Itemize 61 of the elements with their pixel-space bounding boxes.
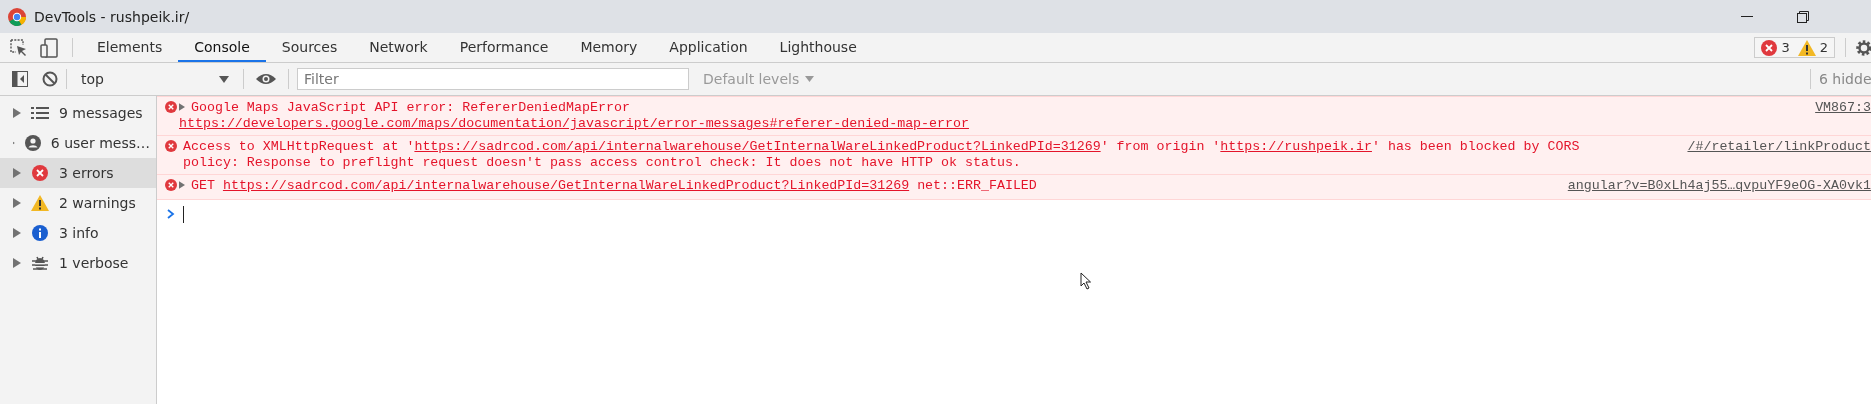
sidebar-toggle-icon	[12, 71, 28, 87]
sidebar-item[interactable]: 1 verbose	[0, 248, 156, 278]
browser-logo-icon	[8, 7, 26, 26]
message-text: Access to XMLHttpRequest at 'https://sadrcod.com/api/internalwarehouse/GetInternalWareLinkedProduct?LinkedPId=31269' from origin 'https://rushpeik.ir' has been blocked by CORS	[183, 139, 1581, 155]
error-icon	[32, 165, 48, 181]
url-link[interactable]: https://sadrcod.com/api/internalwarehouse/GetInternalWareLinkedProduct?LinkedPId=31269	[222, 178, 910, 193]
device-toolbar-icon	[40, 37, 58, 58]
expand-triangle-icon	[13, 108, 21, 118]
issue-counts-button[interactable]: 3 2	[1754, 37, 1835, 58]
prompt-chevron-icon	[167, 209, 175, 219]
source-link[interactable]: angular?v=B0xLh4aj55…qvpuYF9eOG-XA0vk1	[1567, 178, 1871, 194]
context-dropdown[interactable]: top	[75, 71, 235, 87]
restore-icon	[1797, 10, 1809, 23]
clear-console-icon	[42, 71, 58, 87]
user-icon	[24, 135, 41, 151]
message-text: Google Maps JavaScript API error: RefererDeniedMapError	[191, 100, 631, 116]
panel-tab[interactable]: Memory	[564, 33, 654, 62]
info-icon	[32, 225, 48, 241]
inspect-element-icon	[10, 38, 28, 57]
minimize-icon	[1741, 16, 1753, 17]
url-link[interactable]: https://sadrcod.com/api/internalwarehouse/GetInternalWareLinkedProduct?LinkedPId=31269	[414, 139, 1101, 154]
sidebar-item[interactable]: 6 user mess…	[0, 128, 156, 158]
expand-triangle-icon	[13, 228, 21, 238]
sidebar-item[interactable]: 3 errors	[0, 158, 156, 188]
error-icon	[165, 140, 177, 152]
filter-field[interactable]: Filter	[297, 68, 689, 90]
settings-icon	[1855, 38, 1871, 57]
hidden-count: 6 hidde	[1819, 71, 1871, 87]
bug-icon	[32, 255, 48, 271]
panel-tab[interactable]: Application	[653, 33, 764, 62]
expand-triangle-icon	[13, 168, 21, 178]
list-icon	[31, 106, 49, 120]
panel-tab[interactable]: Lighthouse	[763, 33, 873, 62]
panel-tab[interactable]: Network	[353, 33, 444, 62]
sidebar-item[interactable]: 9 messages	[0, 98, 156, 128]
source-link[interactable]: VM867:3	[1815, 100, 1871, 116]
eye-icon	[256, 72, 276, 86]
warning-icon	[31, 195, 49, 211]
url-link[interactable]: https://rushpeik.ir	[1220, 139, 1372, 154]
sidebar-item[interactable]: 3 info	[0, 218, 156, 248]
text-cursor	[183, 205, 184, 223]
mouse-pointer-icon	[1080, 272, 1092, 290]
expand-triangle-icon	[13, 258, 21, 268]
error-icon	[1761, 39, 1778, 56]
message-text: policy: Response to preflight request doesn't pass access control check: It does not have HTTP ok status.	[183, 155, 1022, 171]
window-title: DevTools - rushpeik.ir/	[34, 8, 191, 25]
dropdown-caret-icon	[805, 76, 815, 82]
url-link[interactable]: https://developers.google.com/maps/documentation/javascript/error-messages#referer-denied-map-error	[179, 116, 969, 131]
message-text: GET https://sadrcod.com/api/internalwarehouse/GetInternalWareLinkedProduct?LinkedPId=31269 net::ERR_FAILED	[191, 178, 1038, 194]
expand-triangle-icon	[179, 181, 185, 189]
expand-triangle-icon	[179, 103, 185, 111]
source-link[interactable]: /#/retailer/linkProduct	[1687, 139, 1871, 155]
sidebar-item[interactable]: 2 warnings	[0, 188, 156, 218]
expand-triangle-icon	[13, 198, 21, 208]
error-icon	[165, 101, 177, 113]
panel-tab[interactable]: Performance	[443, 33, 565, 62]
panel-tab[interactable]: Sources	[265, 33, 354, 62]
panel-tab[interactable]: Elements	[81, 33, 179, 62]
warning-icon	[1797, 39, 1816, 56]
dropdown-caret-icon	[219, 75, 229, 83]
error-icon	[165, 179, 177, 191]
